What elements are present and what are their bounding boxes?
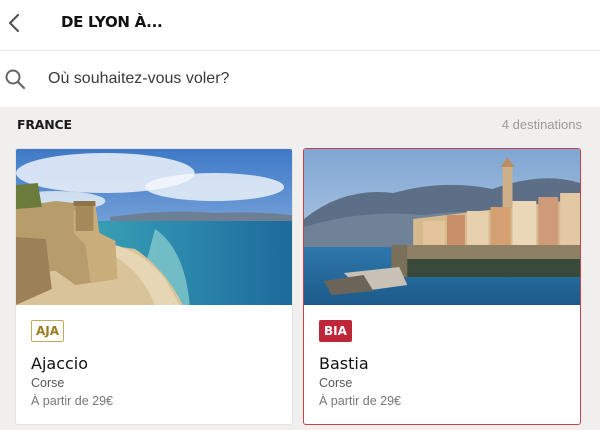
- price-from: À partir de 29€: [31, 394, 113, 408]
- search-bar: [0, 51, 600, 107]
- destination-card-bastia[interactable]: BIA Bastia Corse À partir de 29€: [303, 148, 581, 425]
- airport-code-badge: AJA: [31, 320, 65, 342]
- city-name: Bastia: [319, 354, 369, 373]
- city-name: Ajaccio: [31, 354, 89, 373]
- destination-photo: [16, 149, 292, 305]
- top-bar: DE LYON À...: [0, 0, 600, 51]
- price-from: À partir de 29€: [319, 394, 401, 408]
- airport-code-badge: BIA: [319, 320, 352, 342]
- destination-card-ajaccio[interactable]: AJA Ajaccio Corse À partir de 29€: [15, 148, 293, 425]
- destination-count: 4 destinations: [501, 117, 582, 132]
- region-name: Corse: [319, 376, 353, 390]
- search-icon: [5, 69, 26, 90]
- destination-photo: [304, 149, 580, 305]
- search-input[interactable]: [48, 65, 568, 93]
- page-title: DE LYON À...: [61, 13, 163, 31]
- country-heading: FRANCE: [17, 117, 72, 132]
- section-header: FRANCE 4 destinations: [17, 117, 582, 137]
- region-name: Corse: [31, 376, 65, 390]
- back-arrow-icon[interactable]: [5, 10, 25, 36]
